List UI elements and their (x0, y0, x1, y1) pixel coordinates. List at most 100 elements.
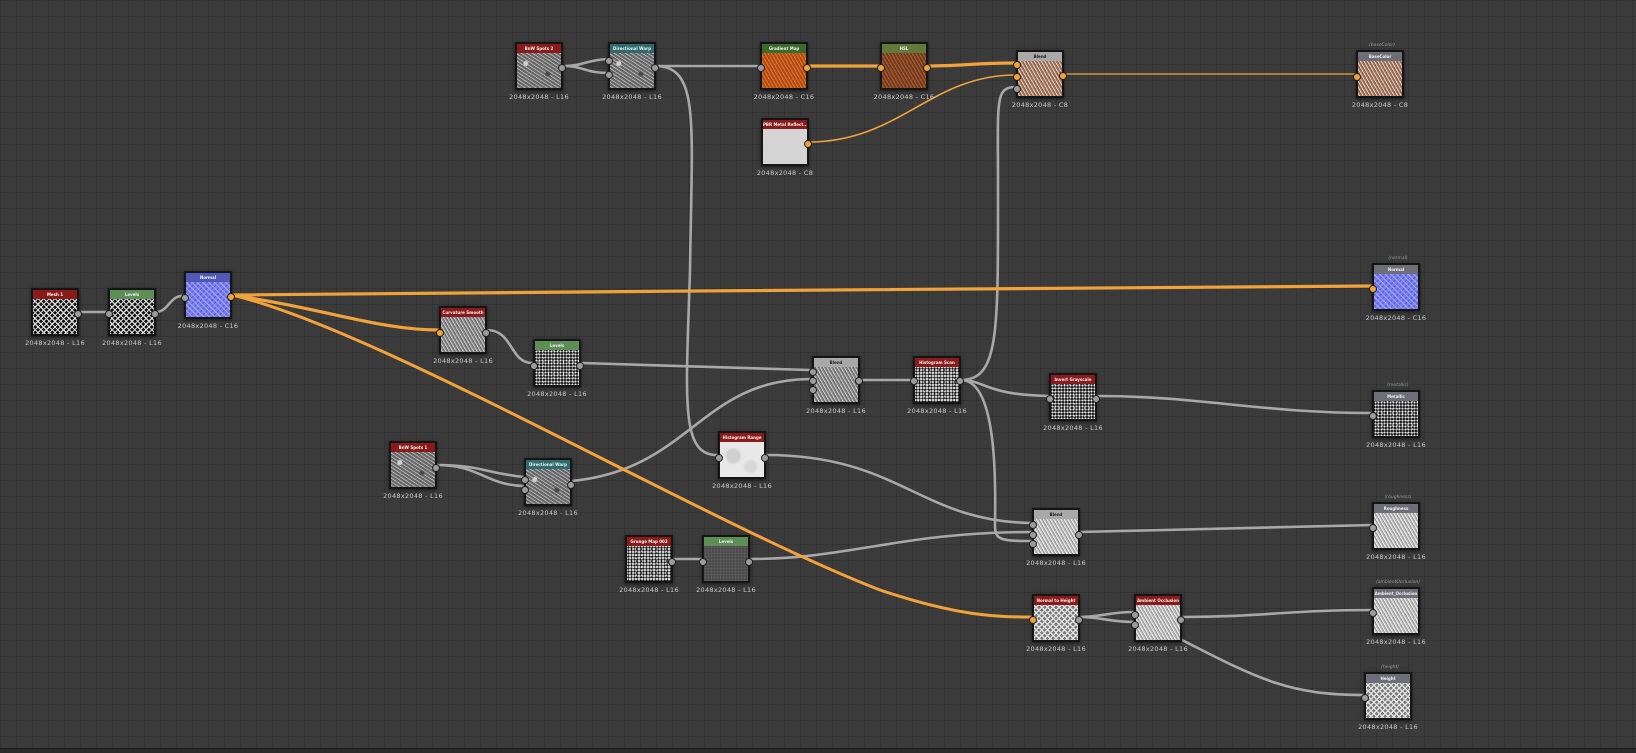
output-port[interactable] (567, 481, 575, 489)
input-port[interactable] (1029, 540, 1037, 548)
output-port[interactable] (803, 64, 811, 72)
output-port[interactable] (1075, 531, 1083, 539)
node-mesh-1[interactable]: Mesh 1 2048x2048 - L16 (25, 288, 85, 347)
input-port[interactable] (1029, 521, 1037, 529)
output-port[interactable] (761, 454, 769, 462)
wire (1078, 610, 1136, 624)
node-resolution: 2048x2048 - L16 (1026, 645, 1086, 653)
input-port[interactable] (715, 454, 723, 462)
node-title: HSL (882, 44, 926, 53)
output-port[interactable] (558, 64, 566, 72)
output-port[interactable] (576, 362, 584, 370)
output-usage-label: (normal) (1388, 256, 1408, 261)
wire (959, 378, 1051, 398)
node-histogram-scan[interactable]: Histogram Scan 2048x2048 - L16 (907, 356, 967, 415)
output-port[interactable] (74, 310, 82, 318)
node-levels-2[interactable]: Levels 2048x2048 - L16 (527, 339, 587, 398)
input-port[interactable] (181, 294, 189, 302)
node-ambient-occlusion[interactable]: Ambient Occlusion 2048x2048 - L16 (1128, 594, 1188, 653)
node-resolution: 2048x2048 - L16 (619, 586, 679, 594)
output-port[interactable] (668, 558, 676, 566)
input-port[interactable] (1131, 621, 1139, 629)
input-port[interactable] (1361, 694, 1369, 702)
output-port[interactable] (1177, 616, 1185, 624)
output-port[interactable] (1092, 395, 1100, 403)
node-levels-3[interactable]: Levels 2048x2048 - L16 (696, 535, 756, 594)
node-title: Ambient_Occlusion (1374, 589, 1418, 598)
input-port[interactable] (699, 558, 707, 566)
output-port[interactable] (855, 377, 863, 385)
output-port[interactable] (923, 64, 931, 72)
node-blend-3[interactable]: Blend 2048x2048 - L16 (1026, 508, 1086, 567)
input-port[interactable] (809, 368, 817, 376)
input-port[interactable] (1013, 85, 1021, 93)
output-roughness[interactable]: (roughness) Roughness 2048x2048 - L16 (1366, 495, 1426, 561)
input-port[interactable] (809, 377, 817, 385)
node-normal-to-height[interactable]: Normal to Height 2048x2048 - L16 (1026, 594, 1086, 653)
input-port[interactable] (1029, 531, 1037, 539)
output-usage-label: (baseColor) (1369, 43, 1395, 48)
output-port[interactable] (956, 377, 964, 385)
output-port[interactable] (1059, 72, 1067, 80)
node-invert-grayscale[interactable]: Invert Grayscale 2048x2048 - L16 (1043, 373, 1103, 432)
node-resolution: 2048x2048 - L16 (25, 339, 85, 347)
output-normal[interactable]: (normal) Normal 2048x2048 - C16 (1366, 256, 1426, 322)
input-port[interactable] (1369, 285, 1377, 293)
input-port[interactable] (530, 362, 538, 370)
input-port[interactable] (1029, 616, 1037, 624)
node-thumbnail (1034, 519, 1078, 554)
output-basecolor[interactable]: (baseColor) BaseColor 2048x2048 - C8 (1352, 43, 1408, 109)
wire (1095, 394, 1374, 415)
output-port[interactable] (651, 64, 659, 72)
input-port[interactable] (1369, 524, 1377, 532)
input-port[interactable] (105, 310, 113, 318)
node-directional-warp-2[interactable]: Directional Warp 2048x2048 - L16 (518, 458, 578, 517)
output-metallic[interactable]: (metallic) Metallic 2048x2048 - L16 (1366, 383, 1426, 449)
input-port[interactable] (877, 64, 885, 72)
input-port[interactable] (1013, 73, 1021, 81)
node-blend-1[interactable]: Blend 2048x2048 - C8 (1012, 50, 1068, 109)
output-port[interactable] (745, 558, 753, 566)
output-port[interactable] (432, 464, 440, 472)
input-port[interactable] (1131, 611, 1139, 619)
input-port[interactable] (910, 377, 918, 385)
graph-canvas[interactable]: Mesh 1 2048x2048 - L16 Levels 2048x2048 … (0, 0, 1636, 753)
output-ambient-occlusion[interactable]: (ambientOcclusion) Ambient_Occlusion 204… (1366, 580, 1426, 646)
output-port[interactable] (1075, 616, 1083, 624)
input-port[interactable] (1369, 609, 1377, 617)
node-grunge-map-002[interactable]: Grunge Map 002 2048x2048 - L16 (619, 535, 679, 594)
node-directional-warp-1[interactable]: Directional Warp 2048x2048 - L16 (602, 42, 662, 101)
output-port[interactable] (151, 310, 159, 318)
node-hsl[interactable]: HSL 2048x2048 - C16 (874, 42, 934, 101)
node-title: Blend (1018, 52, 1062, 61)
node-blend-2[interactable]: Blend 2048x2048 - L16 (806, 356, 866, 415)
node-resolution: 2048x2048 - L16 (1366, 638, 1426, 646)
node-levels[interactable]: Levels 2048x2048 - L16 (102, 288, 162, 347)
input-port[interactable] (605, 57, 613, 65)
node-title: Height (1366, 674, 1410, 683)
node-bnw-spots-1[interactable]: BnW Spots 1 2048x2048 - L16 (383, 441, 443, 500)
input-port[interactable] (521, 476, 529, 484)
bottom-scrollbar[interactable] (0, 748, 1636, 753)
output-port[interactable] (482, 329, 490, 337)
input-port[interactable] (809, 386, 817, 394)
node-gradient-map[interactable]: Gradient Map 2048x2048 - C16 (754, 42, 814, 101)
node-histogram-range[interactable]: Histogram Range 2048x2048 - L16 (712, 431, 772, 490)
input-port[interactable] (1013, 61, 1021, 69)
node-pbr-metal-reflectance[interactable]: PBR Metal Reflect... 2048x2048 - C8 (757, 118, 813, 177)
wire (569, 377, 812, 483)
node-title: Normal to Height (1034, 596, 1078, 605)
output-port[interactable] (227, 293, 235, 301)
input-port[interactable] (436, 329, 444, 337)
node-bnw-spots-2[interactable]: BnW Spots 2 2048x2048 - L16 (509, 42, 569, 101)
input-port[interactable] (521, 486, 529, 494)
node-curvature-smooth[interactable]: Curvature Smooth 2048x2048 - L16 (433, 306, 493, 365)
output-port[interactable] (804, 140, 812, 148)
input-port[interactable] (757, 64, 765, 72)
input-port[interactable] (1046, 395, 1054, 403)
output-height[interactable]: (height) Height 2048x2048 - L16 (1358, 665, 1418, 731)
input-port[interactable] (1369, 412, 1377, 420)
node-normal[interactable]: Normal 2048x2048 - C16 (178, 271, 238, 330)
input-port[interactable] (1353, 73, 1361, 81)
input-port[interactable] (605, 71, 613, 79)
